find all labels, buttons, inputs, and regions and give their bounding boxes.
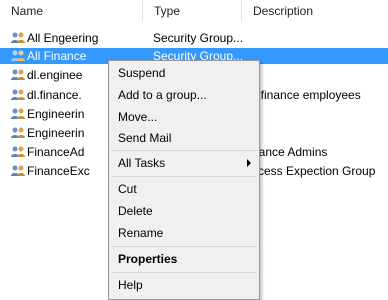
menu-separator [111,246,257,247]
group-users-icon [11,146,25,157]
context-menu: Suspend Add to a group... Move... Send M… [108,60,260,300]
row-description: ll finance employees [252,88,361,102]
menu-item-send-mail[interactable]: Send Mail [109,128,259,148]
column-header-description[interactable]: Description [242,0,388,22]
row-description [252,125,388,141]
menu-item-cut[interactable]: Cut [109,179,259,199]
menu-item-suspend[interactable]: Suspend [109,63,259,83]
row-type: Security Group... [153,31,242,45]
menu-separator [111,150,257,151]
menu-item-label: All Tasks [118,156,166,170]
column-header-name[interactable]: Name [0,0,143,22]
group-users-icon [11,89,25,100]
list-row[interactable]: All Engeering Security Group... [0,30,388,46]
menu-separator [111,272,257,273]
row-description [252,67,388,83]
group-users-icon [11,32,25,43]
menu-item-add-to-group[interactable]: Add to a group... [109,85,259,105]
group-users-icon [11,50,25,61]
column-header-type[interactable]: Type [143,0,242,22]
row-description [252,30,388,46]
menu-item-help[interactable]: Help [109,275,259,295]
menu-item-delete[interactable]: Delete [109,201,259,221]
row-description: nance Admins [252,145,328,159]
menu-item-move[interactable]: Move... [109,107,259,127]
row-description [252,48,388,64]
group-users-icon [11,108,25,119]
menu-item-all-tasks[interactable]: All Tasks [109,153,259,173]
row-description [252,106,388,122]
submenu-arrow-icon [247,159,251,167]
group-users-icon [11,69,25,80]
row-description: ccess Expection Group [252,164,376,178]
group-users-icon [11,127,25,138]
menu-separator [111,176,257,177]
row-name: All Engeering [27,31,99,45]
menu-item-properties[interactable]: Properties [109,249,259,269]
group-users-icon [11,165,25,176]
menu-item-rename[interactable]: Rename [109,223,259,243]
column-header: Name Type Description [0,0,388,22]
